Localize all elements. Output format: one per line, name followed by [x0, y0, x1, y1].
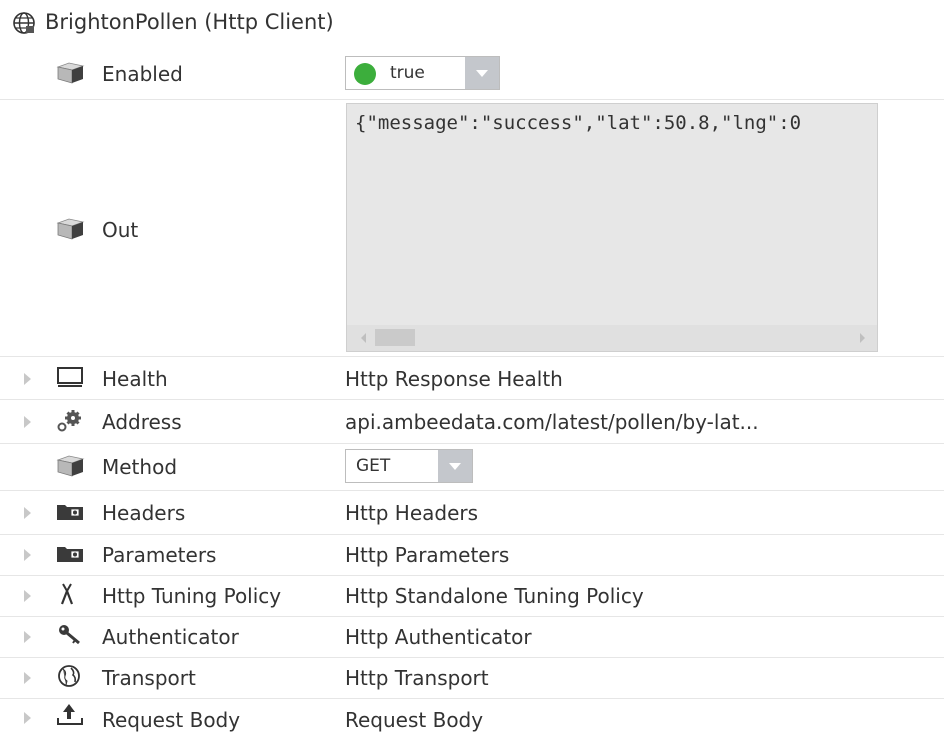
- globe-icon: [58, 665, 80, 687]
- expand-arrow-icon[interactable]: [24, 631, 31, 643]
- slot-cube-icon: [56, 455, 85, 477]
- gears-icon: [57, 410, 81, 432]
- horizontal-scrollbar[interactable]: [347, 325, 877, 351]
- out-textarea[interactable]: {"message":"success","lat":50.8,"lng":0: [346, 103, 878, 352]
- tools-icon: [60, 583, 74, 605]
- expand-arrow-icon[interactable]: [24, 672, 31, 684]
- scrollbar-thumb[interactable]: [375, 329, 415, 346]
- globe-icon: [13, 12, 35, 34]
- request-body-value: Request Body: [345, 708, 484, 732]
- upload-icon: [57, 704, 83, 725]
- expand-arrow-icon[interactable]: [24, 373, 31, 385]
- chevron-down-icon[interactable]: [438, 450, 472, 482]
- method-dropdown[interactable]: GET: [345, 449, 473, 483]
- transport-value: Http Transport: [345, 666, 489, 690]
- headers-value: Http Headers: [345, 501, 479, 525]
- expand-arrow-icon[interactable]: [24, 416, 31, 428]
- slot-cube-icon: [56, 62, 85, 84]
- parameters-value: Http Parameters: [345, 543, 510, 567]
- address-value: api.ambeedata.com/latest/pollen/by-lat..…: [345, 410, 759, 434]
- tuning-policy-row[interactable]: Http Tuning Policy Http Standalone Tunin…: [0, 576, 944, 617]
- health-row[interactable]: Health Http Response Health: [0, 358, 944, 400]
- authenticator-row[interactable]: Authenticator Http Authenticator: [0, 617, 944, 658]
- enabled-value: true: [390, 63, 425, 83]
- authenticator-label: Authenticator: [102, 625, 239, 649]
- health-value: Http Response Health: [345, 367, 563, 391]
- parameters-row[interactable]: Parameters Http Parameters: [0, 535, 944, 576]
- expand-arrow-icon[interactable]: [24, 712, 31, 724]
- slot-cube-icon: [56, 218, 85, 240]
- tuning-policy-label: Http Tuning Policy: [102, 584, 282, 608]
- method-row: Method GET: [0, 444, 944, 491]
- chevron-down-icon[interactable]: [465, 57, 499, 89]
- folder-icon: [57, 547, 83, 562]
- transport-label: Transport: [102, 666, 196, 690]
- scroll-left-icon[interactable]: [361, 333, 366, 343]
- enabled-row: Enabled true: [0, 50, 944, 100]
- expand-arrow-icon[interactable]: [24, 549, 31, 561]
- parameters-label: Parameters: [102, 543, 217, 567]
- health-label: Health: [102, 367, 168, 391]
- request-body-row[interactable]: Request Body Request Body: [0, 699, 944, 733]
- page-title: BrightonPollen (Http Client): [45, 10, 334, 34]
- scroll-right-icon[interactable]: [860, 333, 865, 343]
- address-row[interactable]: Address api.ambeedata.com/latest/pollen/…: [0, 400, 944, 444]
- headers-row[interactable]: Headers Http Headers: [0, 491, 944, 535]
- expand-arrow-icon[interactable]: [24, 590, 31, 602]
- address-label: Address: [102, 410, 182, 434]
- property-sheet-header: BrightonPollen (Http Client): [0, 0, 944, 46]
- key-icon: [59, 625, 80, 645]
- tuning-policy-value: Http Standalone Tuning Policy: [345, 584, 644, 608]
- enabled-label: Enabled: [102, 62, 183, 86]
- folder-icon: [57, 505, 83, 520]
- enabled-dropdown[interactable]: true: [345, 56, 500, 90]
- out-label: Out: [102, 218, 139, 242]
- out-text: {"message":"success","lat":50.8,"lng":0: [355, 112, 802, 134]
- authenticator-value: Http Authenticator: [345, 625, 532, 649]
- method-value: GET: [356, 456, 391, 476]
- expand-arrow-icon[interactable]: [24, 507, 31, 519]
- monitor-icon: [57, 367, 83, 387]
- headers-label: Headers: [102, 501, 186, 525]
- status-led: [354, 63, 376, 85]
- method-label: Method: [102, 455, 178, 479]
- request-body-label: Request Body: [102, 708, 241, 732]
- transport-row[interactable]: Transport Http Transport: [0, 658, 944, 699]
